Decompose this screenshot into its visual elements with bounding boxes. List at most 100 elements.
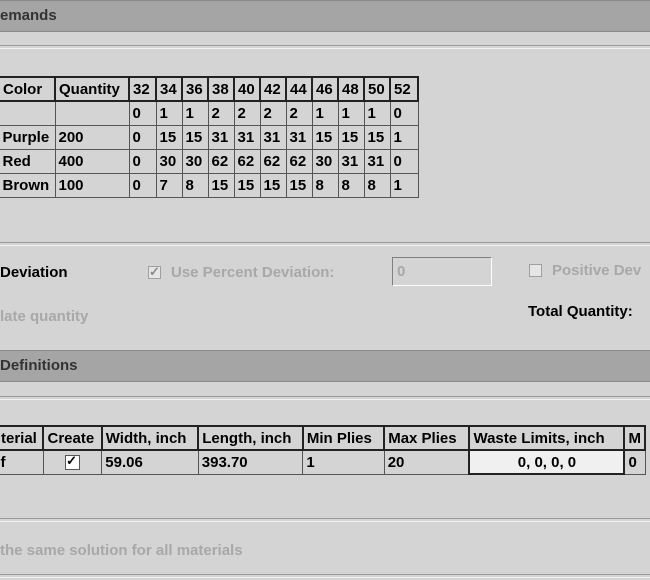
table-cell[interactable]: 31 — [207, 124, 235, 150]
divider — [0, 396, 650, 400]
table-cell[interactable]: 8 — [337, 172, 365, 198]
table-cell[interactable]: 0 — [128, 124, 157, 150]
max-plies-cell[interactable]: 20 — [383, 449, 470, 475]
table-cell[interactable]: 400 — [54, 148, 130, 174]
length-cell[interactable]: 393.70 — [197, 449, 304, 475]
table-cell[interactable]: 31 — [259, 124, 287, 150]
table-cell[interactable]: 1 — [311, 100, 339, 126]
positive-deviation-checkbox[interactable] — [529, 264, 542, 277]
header-waste-limits[interactable]: Waste Limits, inch — [468, 425, 626, 451]
table-cell[interactable]: 0 — [128, 100, 157, 126]
table-cell[interactable]: 15 — [155, 124, 183, 150]
header-size-34[interactable]: 34 — [155, 76, 183, 102]
table-cell[interactable]: 2 — [207, 100, 235, 126]
table-cell[interactable] — [0, 100, 56, 126]
waste-limits-value: 0, 0, 0, 0 — [517, 453, 577, 471]
table-cell[interactable]: 30 — [311, 148, 339, 174]
definitions-section-title: Definitions — [0, 357, 78, 374]
table-row: Brown 100 0 7 8 15 15 15 15 8 8 8 1 — [0, 172, 419, 198]
create-cell[interactable]: ✓ — [42, 449, 103, 475]
table-cell[interactable]: 1 — [389, 172, 419, 198]
table-cell[interactable]: 31 — [233, 124, 261, 150]
table-cell[interactable]: 62 — [233, 148, 261, 174]
table-cell[interactable]: 1 — [337, 100, 365, 126]
total-quantity-label: Total Quantity: — [528, 303, 633, 320]
header-material[interactable]: terial — [0, 425, 45, 451]
header-width[interactable]: Width, inch — [100, 425, 200, 451]
table-cell[interactable]: 1 — [155, 100, 183, 126]
table-cell[interactable]: 31 — [363, 148, 391, 174]
header-create[interactable]: Create — [42, 425, 103, 451]
table-cell[interactable]: 31 — [285, 124, 313, 150]
table-cell[interactable]: 0 — [389, 100, 419, 126]
table-cell[interactable]: 8 — [311, 172, 339, 198]
table-cell[interactable]: 62 — [285, 148, 313, 174]
table-cell[interactable]: 31 — [337, 148, 365, 174]
header-max-plies[interactable]: Max Plies — [383, 425, 471, 451]
checkmark-icon: ✓ — [149, 264, 160, 279]
table-cell[interactable]: 15 — [259, 172, 287, 198]
table-cell[interactable]: 15 — [363, 124, 391, 150]
create-checkbox[interactable]: ✓ — [65, 453, 81, 471]
header-extra[interactable]: M — [623, 425, 646, 451]
table-cell[interactable]: 200 — [54, 124, 130, 150]
header-size-40[interactable]: 40 — [233, 76, 261, 102]
calculate-quantity-label[interactable]: late quantity — [0, 308, 88, 325]
table-cell[interactable]: 1 — [389, 124, 419, 150]
table-cell[interactable]: 100 — [54, 172, 130, 198]
header-size-50[interactable]: 50 — [363, 76, 391, 102]
header-size-52[interactable]: 52 — [389, 76, 419, 102]
table-cell[interactable]: 15 — [337, 124, 365, 150]
table-cell[interactable]: 0 — [128, 148, 157, 174]
table-cell[interactable]: 0 — [389, 148, 419, 174]
table-cell[interactable]: Purple — [0, 124, 56, 150]
header-size-42[interactable]: 42 — [259, 76, 287, 102]
table-cell[interactable]: 8 — [363, 172, 391, 198]
table-cell[interactable]: 62 — [259, 148, 287, 174]
header-size-32[interactable]: 32 — [128, 76, 157, 102]
table-cell[interactable]: Brown — [0, 172, 56, 198]
table-row: Purple 200 0 15 15 31 31 31 31 15 15 15 … — [0, 124, 419, 150]
header-size-48[interactable]: 48 — [337, 76, 365, 102]
table-cell[interactable]: 7 — [155, 172, 183, 198]
header-quantity[interactable]: Quantity — [54, 76, 130, 102]
use-percent-deviation-checkbox[interactable]: ✓ — [148, 264, 161, 279]
table-cell[interactable]: 0 — [128, 172, 157, 198]
header-min-plies[interactable]: Min Plies — [301, 425, 386, 451]
definitions-table: terial Create Width, inch Length, inch M… — [0, 425, 646, 475]
table-cell[interactable]: 30 — [155, 148, 183, 174]
table-cell[interactable]: 15 — [311, 124, 339, 150]
use-percent-deviation-label: Use Percent Deviation: — [171, 264, 335, 281]
definitions-header-row: terial Create Width, inch Length, inch M… — [0, 425, 646, 451]
header-size-46[interactable]: 46 — [311, 76, 339, 102]
table-cell[interactable]: 30 — [181, 148, 209, 174]
table-cell[interactable]: 15 — [285, 172, 313, 198]
table-cell[interactable]: 1 — [363, 100, 391, 126]
material-cell[interactable]: f — [0, 449, 44, 475]
table-cell[interactable]: 15 — [233, 172, 261, 198]
table-cell[interactable]: 8 — [181, 172, 209, 198]
header-size-38[interactable]: 38 — [207, 76, 235, 102]
table-cell[interactable]: 15 — [207, 172, 235, 198]
table-cell[interactable]: 1 — [181, 100, 209, 126]
table-cell[interactable]: Red — [0, 148, 56, 174]
min-plies-cell[interactable]: 1 — [302, 449, 385, 475]
deviation-label: Deviation — [0, 264, 68, 281]
header-color[interactable]: Color — [0, 76, 56, 102]
extra-cell[interactable]: 0 — [623, 449, 646, 475]
header-size-44[interactable]: 44 — [285, 76, 313, 102]
percent-deviation-input[interactable]: 0 — [392, 257, 492, 286]
table-cell[interactable]: 2 — [233, 100, 261, 126]
width-cell[interactable]: 59.06 — [101, 449, 199, 475]
header-size-36[interactable]: 36 — [181, 76, 209, 102]
header-length[interactable]: Length, inch — [197, 425, 304, 451]
waste-limits-cell[interactable]: 0, 0, 0, 0 — [468, 449, 626, 475]
table-cell[interactable]: 2 — [285, 100, 313, 126]
demands-header-row: Color Quantity 32 34 36 38 40 42 44 46 4… — [0, 76, 419, 102]
same-solution-label[interactable]: the same solution for all materials — [0, 542, 243, 559]
positive-deviation-label: Positive Dev — [552, 262, 642, 279]
table-cell[interactable]: 62 — [207, 148, 235, 174]
table-cell[interactable]: 15 — [181, 124, 209, 150]
table-cell[interactable]: 2 — [259, 100, 287, 126]
table-cell[interactable] — [54, 100, 130, 126]
